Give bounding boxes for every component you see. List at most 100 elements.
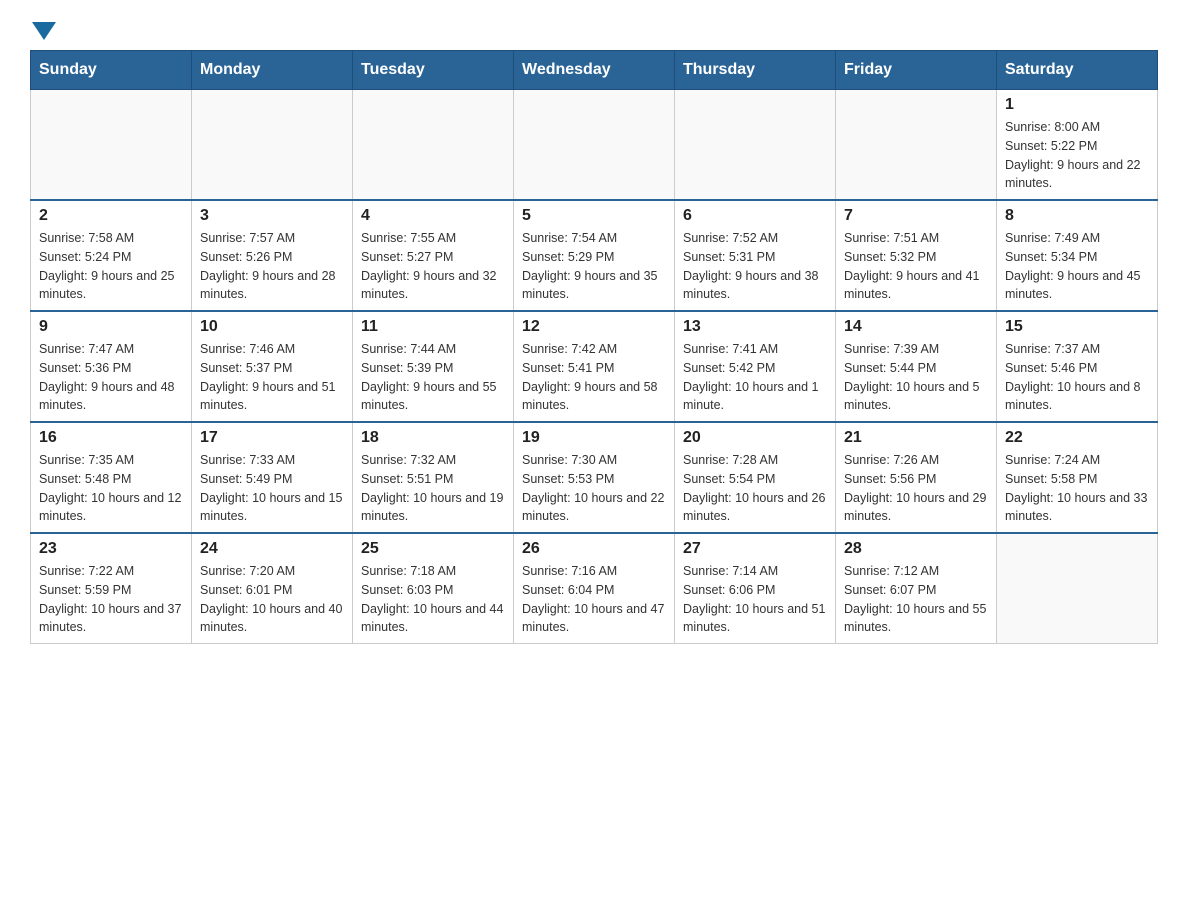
calendar-cell: 20Sunrise: 7:28 AM Sunset: 5:54 PM Dayli… [675,422,836,533]
day-info: Sunrise: 7:20 AM Sunset: 6:01 PM Dayligh… [200,562,344,637]
day-info: Sunrise: 7:22 AM Sunset: 5:59 PM Dayligh… [39,562,183,637]
day-number: 18 [361,429,505,447]
calendar-cell: 14 Sunrise: 7:39 AM Sunset: 5:44 PM Dayli… [836,311,997,422]
day-info: Sunrise: 7:30 AM Sunset: 5:53 PM Dayligh… [522,451,666,526]
day-info: Sunrise: 7:47 AM Sunset: 5:36 PM Dayligh… [39,340,183,415]
calendar-cell: 11 Sunrise: 7:44 AM Sunset: 5:39 PM Dayli… [353,311,514,422]
calendar-cell: 5 Sunrise: 7:54 AM Sunset: 5:29 PM Daylig… [514,200,675,311]
calendar-cell: 3 Sunrise: 7:57 AM Sunset: 5:26 PM Daylig… [192,200,353,311]
day-info: Sunrise: 7:41 AM Sunset: 5:42 PM Dayligh… [683,340,827,415]
calendar-cell: 17 Sunrise: 7:33 AM Sunset: 5:49 PM Dayli… [192,422,353,533]
calendar-header: SundayMondayTuesdayWednesdayThursdayFrid… [31,51,1158,90]
day-info: Sunrise: 7:54 AM Sunset: 5:29 PM Dayligh… [522,229,666,304]
day-info: Sunrise: 7:42 AM Sunset: 5:41 PM Dayligh… [522,340,666,415]
day-info: Sunrise: 7:14 AM Sunset: 6:06 PM Dayligh… [683,562,827,637]
day-number: 13 [683,318,827,336]
day-info: Sunrise: 7:32 AM Sunset: 5:51 PM Dayligh… [361,451,505,526]
calendar-cell [353,90,514,201]
day-number: 17 [200,429,344,447]
day-info: Sunrise: 7:57 AM Sunset: 5:26 PM Dayligh… [200,229,344,304]
calendar-cell [997,533,1158,644]
calendar-cell [514,90,675,201]
day-info: Sunrise: 7:26 AM Sunset: 5:56 PM Dayligh… [844,451,988,526]
day-number: 8 [1005,207,1149,225]
calendar-cell: 26 Sunrise: 7:16 AM Sunset: 6:04 PM Dayli… [514,533,675,644]
day-info: Sunrise: 7:39 AM Sunset: 5:44 PM Dayligh… [844,340,988,415]
day-info: Sunrise: 7:37 AM Sunset: 5:46 PM Dayligh… [1005,340,1149,415]
day-number: 27 [683,540,827,558]
calendar-cell: 8 Sunrise: 7:49 AM Sunset: 5:34 PM Daylig… [997,200,1158,311]
calendar-week-row: 1Sunrise: 8:00 AM Sunset: 5:22 PM Daylig… [31,90,1158,201]
calendar-cell: 21 Sunrise: 7:26 AM Sunset: 5:56 PM Dayli… [836,422,997,533]
weekday-header-sunday: Sunday [31,51,192,90]
calendar-cell [836,90,997,201]
weekday-header-tuesday: Tuesday [353,51,514,90]
calendar-cell: 2Sunrise: 7:58 AM Sunset: 5:24 PM Daylig… [31,200,192,311]
calendar-cell: 13 Sunrise: 7:41 AM Sunset: 5:42 PM Dayli… [675,311,836,422]
day-info: Sunrise: 7:52 AM Sunset: 5:31 PM Dayligh… [683,229,827,304]
day-number: 24 [200,540,344,558]
logo-arrow-icon [32,22,56,40]
calendar-cell: 22 Sunrise: 7:24 AM Sunset: 5:58 PM Dayli… [997,422,1158,533]
weekday-header-thursday: Thursday [675,51,836,90]
weekday-header-row: SundayMondayTuesdayWednesdayThursdayFrid… [31,51,1158,90]
day-info: Sunrise: 8:00 AM Sunset: 5:22 PM Dayligh… [1005,118,1149,193]
weekday-header-saturday: Saturday [997,51,1158,90]
weekday-header-wednesday: Wednesday [514,51,675,90]
day-number: 10 [200,318,344,336]
calendar-body: 1Sunrise: 8:00 AM Sunset: 5:22 PM Daylig… [31,90,1158,644]
day-info: Sunrise: 7:12 AM Sunset: 6:07 PM Dayligh… [844,562,988,637]
day-info: Sunrise: 7:24 AM Sunset: 5:58 PM Dayligh… [1005,451,1149,526]
day-info: Sunrise: 7:55 AM Sunset: 5:27 PM Dayligh… [361,229,505,304]
day-info: Sunrise: 7:51 AM Sunset: 5:32 PM Dayligh… [844,229,988,304]
calendar-cell [31,90,192,201]
logo [30,20,56,40]
calendar-cell: 4 Sunrise: 7:55 AM Sunset: 5:27 PM Daylig… [353,200,514,311]
calendar-cell: 19 Sunrise: 7:30 AM Sunset: 5:53 PM Dayli… [514,422,675,533]
day-number: 14 [844,318,988,336]
calendar-cell: 9 Sunrise: 7:47 AM Sunset: 5:36 PM Daylig… [31,311,192,422]
day-number: 3 [200,207,344,225]
calendar-cell: 27 Sunrise: 7:14 AM Sunset: 6:06 PM Dayli… [675,533,836,644]
day-number: 23 [39,540,183,558]
calendar-cell: 25 Sunrise: 7:18 AM Sunset: 6:03 PM Dayli… [353,533,514,644]
calendar-cell: 24 Sunrise: 7:20 AM Sunset: 6:01 PM Dayli… [192,533,353,644]
calendar-cell: 18 Sunrise: 7:32 AM Sunset: 5:51 PM Dayli… [353,422,514,533]
day-number: 19 [522,429,666,447]
day-number: 28 [844,540,988,558]
day-number: 9 [39,318,183,336]
day-number: 11 [361,318,505,336]
day-number: 22 [1005,429,1149,447]
day-number: 4 [361,207,505,225]
calendar-week-row: 16Sunrise: 7:35 AM Sunset: 5:48 PM Dayli… [31,422,1158,533]
day-number: 7 [844,207,988,225]
calendar-cell: 28 Sunrise: 7:12 AM Sunset: 6:07 PM Dayli… [836,533,997,644]
day-number: 25 [361,540,505,558]
day-number: 15 [1005,318,1149,336]
calendar-cell [675,90,836,201]
day-number: 26 [522,540,666,558]
calendar-week-row: 23 Sunrise: 7:22 AM Sunset: 5:59 PM Dayli… [31,533,1158,644]
day-number: 6 [683,207,827,225]
logo-top [30,20,56,40]
day-info: Sunrise: 7:33 AM Sunset: 5:49 PM Dayligh… [200,451,344,526]
calendar-cell: 16Sunrise: 7:35 AM Sunset: 5:48 PM Dayli… [31,422,192,533]
calendar-cell: 1Sunrise: 8:00 AM Sunset: 5:22 PM Daylig… [997,90,1158,201]
day-number: 21 [844,429,988,447]
day-number: 12 [522,318,666,336]
calendar-cell: 23 Sunrise: 7:22 AM Sunset: 5:59 PM Dayli… [31,533,192,644]
weekday-header-monday: Monday [192,51,353,90]
day-info: Sunrise: 7:16 AM Sunset: 6:04 PM Dayligh… [522,562,666,637]
day-info: Sunrise: 7:28 AM Sunset: 5:54 PM Dayligh… [683,451,827,526]
calendar-cell: 7 Sunrise: 7:51 AM Sunset: 5:32 PM Daylig… [836,200,997,311]
day-info: Sunrise: 7:18 AM Sunset: 6:03 PM Dayligh… [361,562,505,637]
day-info: Sunrise: 7:49 AM Sunset: 5:34 PM Dayligh… [1005,229,1149,304]
calendar-cell: 10Sunrise: 7:46 AM Sunset: 5:37 PM Dayli… [192,311,353,422]
day-number: 2 [39,207,183,225]
calendar-cell: 15 Sunrise: 7:37 AM Sunset: 5:46 PM Dayli… [997,311,1158,422]
day-number: 5 [522,207,666,225]
calendar-cell [192,90,353,201]
calendar-cell: 6 Sunrise: 7:52 AM Sunset: 5:31 PM Daylig… [675,200,836,311]
page-header [30,20,1158,40]
day-info: Sunrise: 7:44 AM Sunset: 5:39 PM Dayligh… [361,340,505,415]
